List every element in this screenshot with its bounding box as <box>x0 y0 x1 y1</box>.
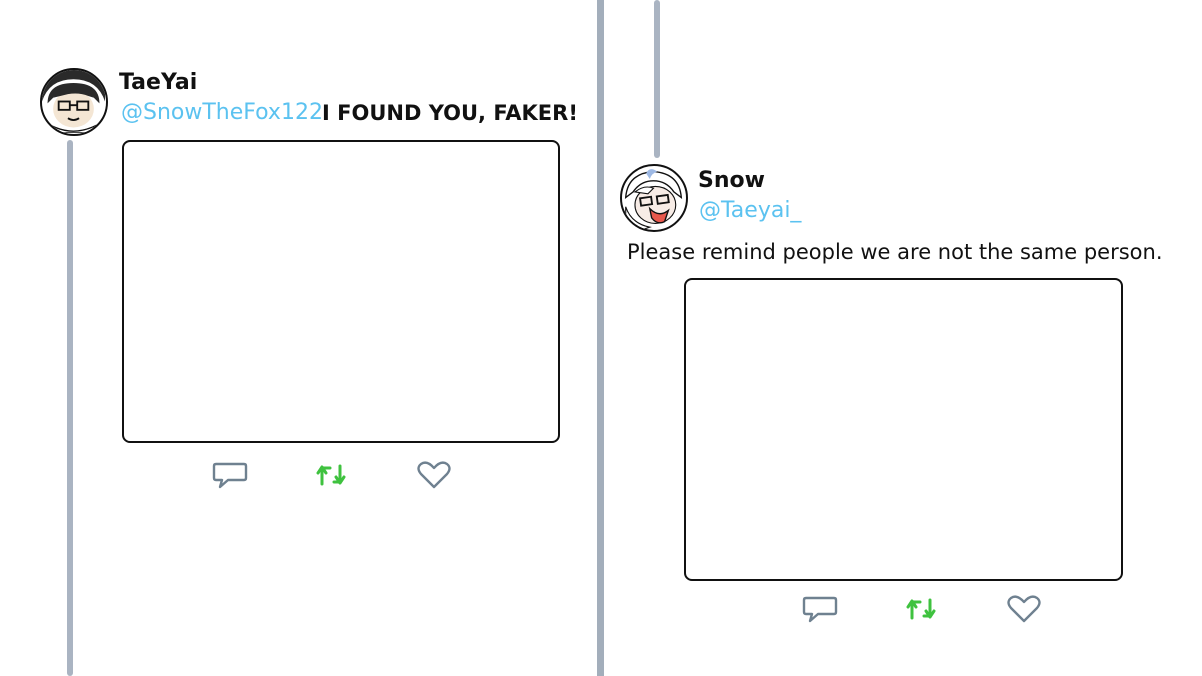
heart-icon <box>417 461 451 489</box>
tweet-panel-taeyai: TaeYai @SnowTheFox122 I FOUND YOU, FAKER… <box>0 0 597 676</box>
display-name[interactable]: TaeYai <box>119 70 197 95</box>
tweet-text: I FOUND YOU, FAKER! <box>322 101 578 125</box>
retweet-icon <box>316 464 346 486</box>
tweet-text: Please remind people we are not the same… <box>627 240 1163 264</box>
avatar-snow-portrait <box>624 169 683 230</box>
media-frame[interactable] <box>684 278 1123 581</box>
handle-link[interactable]: @SnowTheFox122 <box>121 100 323 125</box>
heart-icon <box>1007 595 1041 623</box>
retweet-button[interactable] <box>902 592 942 626</box>
media-frame[interactable] <box>122 140 560 443</box>
display-name[interactable]: Snow <box>698 168 765 193</box>
reply-button[interactable] <box>210 458 250 492</box>
thread-line <box>654 0 660 158</box>
like-button[interactable] <box>414 458 454 492</box>
handle-link[interactable]: @Taeyai_ <box>699 198 801 223</box>
tweet-panel-snow: Snow @Taeyai_ Please remind people we ar… <box>604 0 1202 676</box>
tweet-actions <box>800 592 1050 626</box>
thread-line <box>67 140 73 676</box>
retweet-icon <box>906 598 936 620</box>
avatar-taeyai-portrait <box>42 70 105 134</box>
like-button[interactable] <box>1004 592 1044 626</box>
reply-icon <box>212 462 248 489</box>
reply-button[interactable] <box>800 592 840 626</box>
tweet-actions <box>210 458 460 492</box>
avatar[interactable] <box>40 68 108 136</box>
reply-icon <box>802 596 838 623</box>
avatar[interactable] <box>620 164 688 232</box>
panel-divider <box>597 0 604 676</box>
retweet-button[interactable] <box>312 458 352 492</box>
